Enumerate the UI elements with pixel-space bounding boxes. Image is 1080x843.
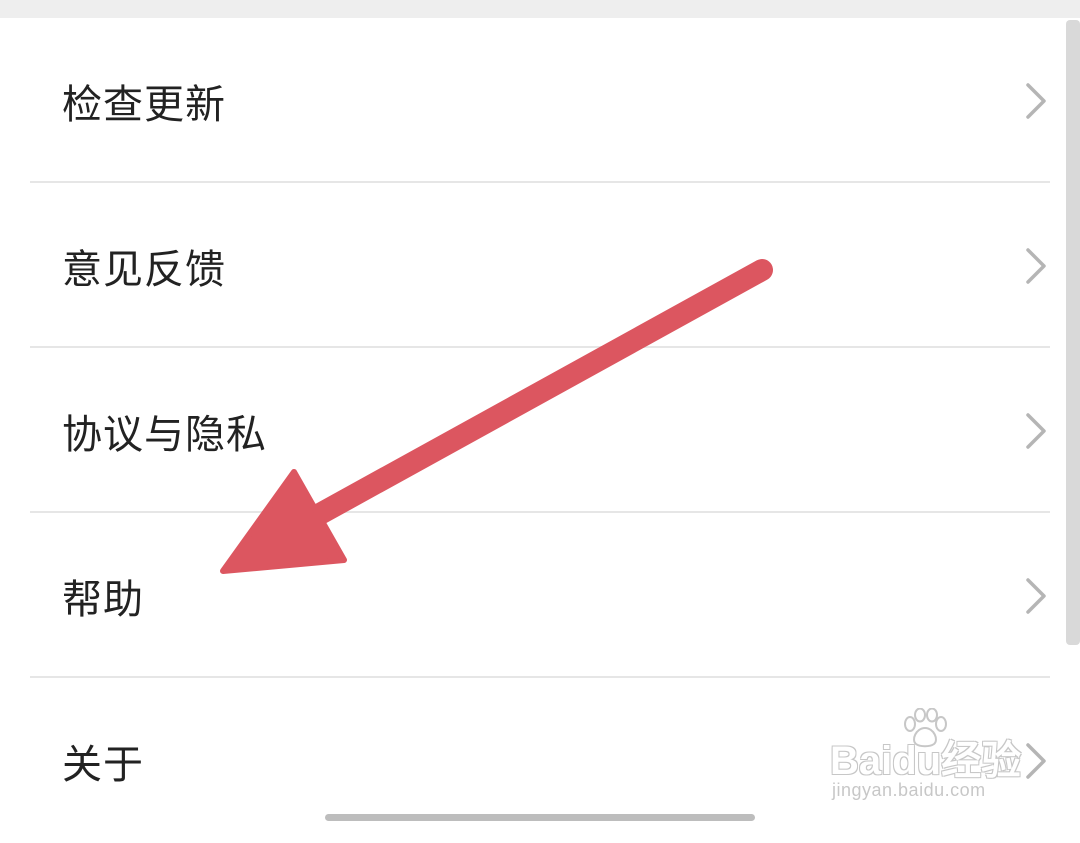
settings-item-agreement-privacy[interactable]: 协议与隐私: [0, 348, 1080, 513]
settings-item-label: 协议与隐私: [62, 411, 267, 458]
settings-item-label: 关于: [62, 741, 144, 788]
watermark-url: jingyan.baidu.com: [832, 780, 986, 800]
settings-item-check-update[interactable]: 检查更新: [0, 18, 1080, 183]
settings-item-feedback[interactable]: 意见反馈: [0, 183, 1080, 348]
settings-item-label: 意见反馈: [62, 246, 226, 293]
chevron-right-icon: [1026, 412, 1046, 449]
baidu-jingyan-watermark: Baidu经验 jingyan.baidu.com: [830, 708, 1030, 803]
settings-item-label: 帮助: [62, 576, 144, 623]
chevron-right-icon: [1026, 577, 1046, 614]
top-status-strip: [0, 0, 1080, 18]
chevron-right-icon: [1026, 82, 1046, 119]
settings-item-label: 检查更新: [62, 81, 226, 128]
home-indicator[interactable]: [325, 814, 755, 821]
chevron-right-icon: [1026, 247, 1046, 284]
scrollbar[interactable]: [1066, 20, 1080, 645]
settings-item-help[interactable]: 帮助: [0, 513, 1080, 678]
watermark-logo: Baidu经验: [830, 739, 1022, 783]
